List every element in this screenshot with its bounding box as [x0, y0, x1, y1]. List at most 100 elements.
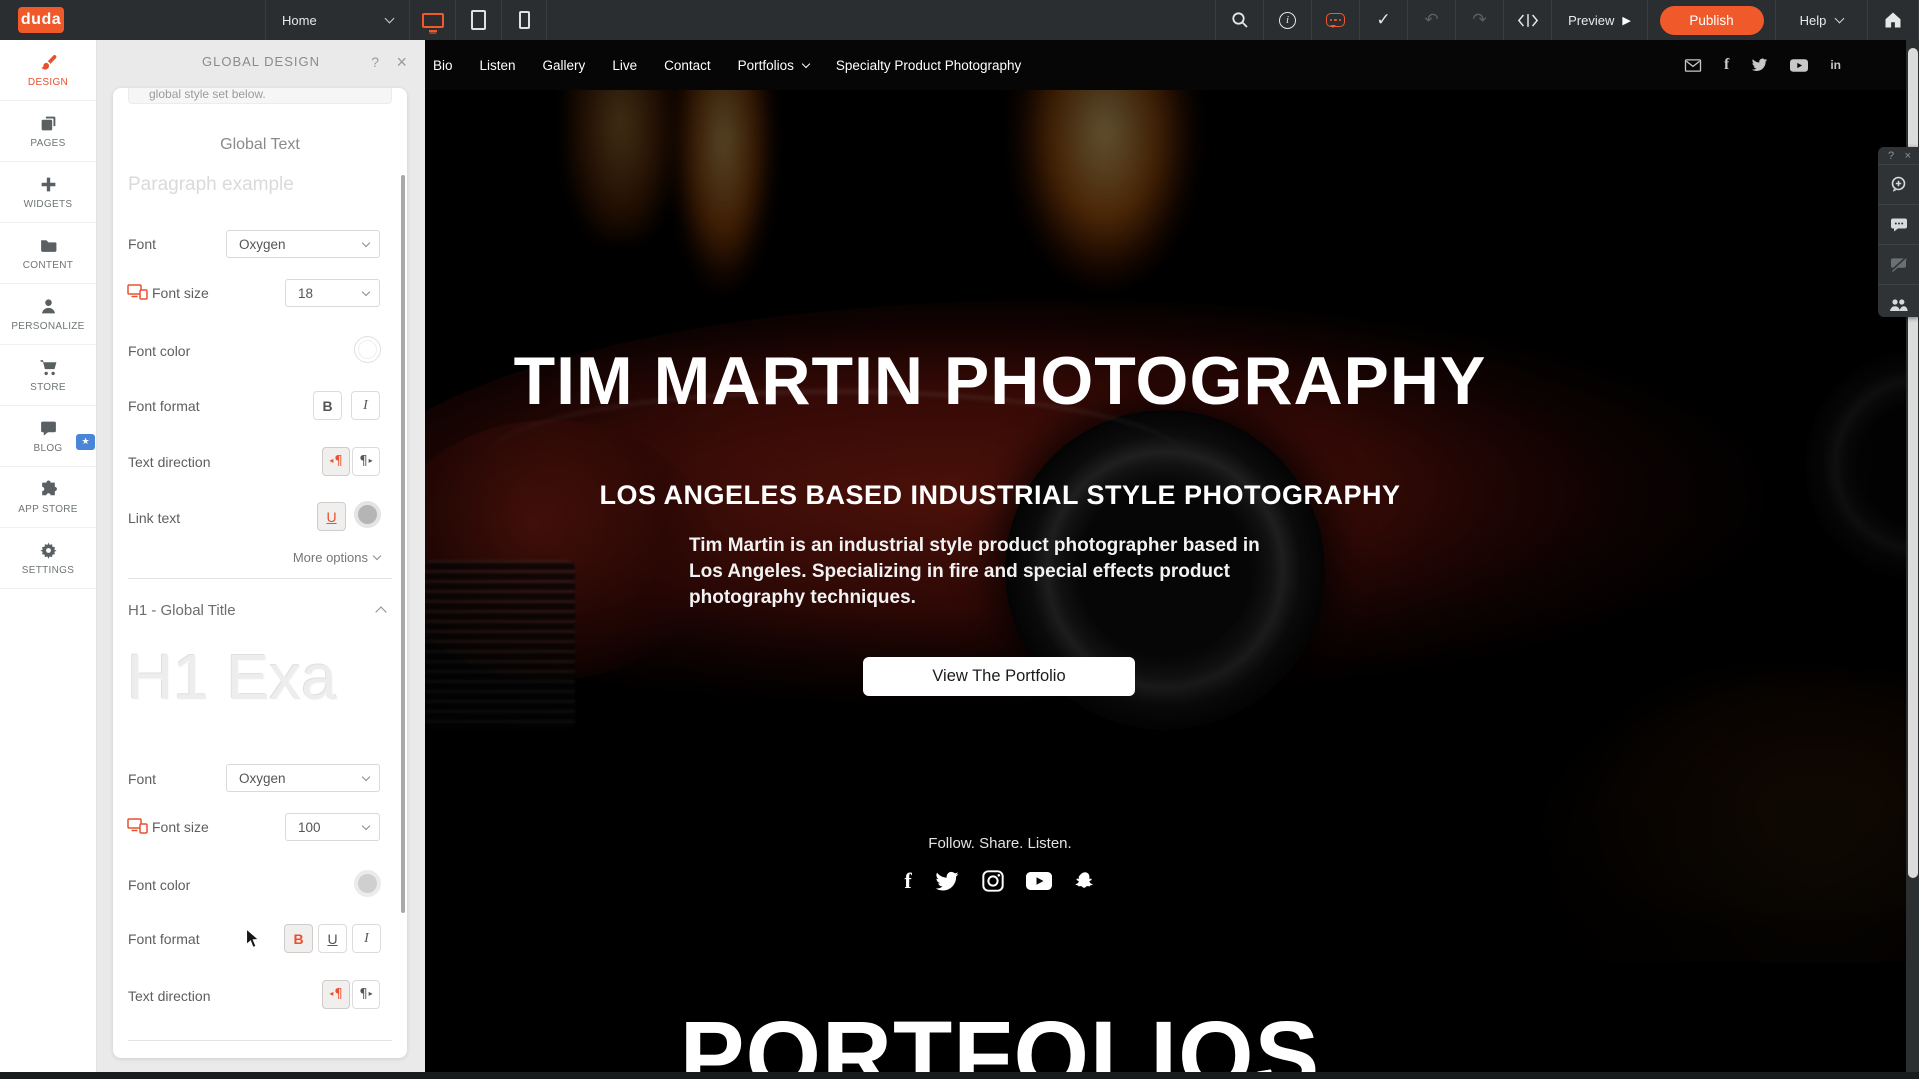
instagram-icon[interactable]	[982, 870, 1004, 892]
dev-mode-button[interactable]	[1503, 0, 1551, 40]
duda-editor: duda Home i	[0, 0, 1919, 1079]
h1-font-select[interactable]: Oxygen	[226, 764, 380, 792]
sidebar-item-settings[interactable]: SETTINGS	[0, 528, 96, 589]
hide-comments-button[interactable]	[1878, 245, 1919, 285]
paragraph-example-preview: Paragraph example	[128, 174, 294, 196]
comments-toolbar: ? ×	[1878, 147, 1919, 317]
sidebar-item-widgets[interactable]: WIDGETS	[0, 162, 96, 223]
panel-scrollbar[interactable]	[401, 175, 405, 913]
publish-button[interactable]: Publish	[1660, 6, 1764, 35]
cart-icon	[39, 358, 58, 377]
save-check-button[interactable]: ✓	[1359, 0, 1407, 40]
help-icon[interactable]: ?	[1888, 150, 1894, 162]
sidebar-item-label: PERSONALIZE	[11, 321, 84, 332]
h1-underline-button[interactable]: U	[318, 924, 347, 953]
page-selector-label: Home	[282, 13, 317, 28]
add-comment-button[interactable]	[1878, 165, 1919, 205]
chevron-down-icon	[362, 287, 370, 295]
desktop-view-button[interactable]	[409, 0, 455, 40]
sidebar-item-store[interactable]: STORE	[0, 345, 96, 406]
close-icon[interactable]: ×	[396, 52, 407, 73]
rtl-direction-button[interactable]: ¶	[352, 447, 380, 476]
h1-bold-button[interactable]: B	[284, 924, 313, 953]
h1-ltr-direction-button[interactable]: ¶	[322, 980, 350, 1009]
link-underline-button[interactable]: U	[317, 502, 346, 531]
undo-button[interactable]: ↶	[1407, 0, 1455, 40]
tablet-view-button[interactable]	[455, 0, 501, 40]
email-icon[interactable]	[1684, 58, 1702, 73]
sidebar-item-personalize[interactable]: PERSONALIZE	[0, 284, 96, 345]
publish-cell: Publish	[1647, 0, 1775, 40]
link-color-swatch[interactable]	[354, 501, 381, 528]
font-select[interactable]: Oxygen	[226, 230, 380, 258]
style-notice: global style set below.	[128, 88, 392, 104]
linkedin-icon[interactable]: in	[1830, 58, 1841, 72]
feedback-button[interactable]	[1311, 0, 1359, 40]
nav-item-live[interactable]: Live	[612, 58, 637, 73]
redo-button[interactable]: ↷	[1455, 0, 1503, 40]
nav-item-portfolios[interactable]: Portfolios	[738, 58, 794, 73]
bold-button[interactable]: B	[313, 391, 342, 420]
hero-social-icons: f	[425, 868, 1575, 894]
font-color-swatch[interactable]	[354, 336, 381, 363]
redo-icon: ↷	[1472, 12, 1486, 29]
nav-item-contact[interactable]: Contact	[664, 58, 711, 73]
sidebar-item-app-store[interactable]: APP STORE	[0, 467, 96, 528]
preview-button[interactable]: Preview ▶	[1551, 0, 1647, 40]
ltr-direction-button[interactable]: ¶	[322, 447, 350, 476]
nav-item-gallery[interactable]: Gallery	[543, 58, 586, 73]
facebook-icon[interactable]: f	[904, 868, 911, 894]
collaborators-button[interactable]	[1878, 285, 1919, 325]
home-icon	[1884, 11, 1902, 29]
info-button[interactable]: i	[1263, 0, 1311, 40]
collapse-chevron-icon[interactable]	[375, 606, 386, 617]
twitter-icon[interactable]	[1751, 58, 1768, 72]
font-format-label: Font format	[128, 398, 200, 414]
page-selector[interactable]: Home	[265, 0, 409, 40]
h1-font-color-label: Font color	[128, 877, 190, 893]
site-preview-canvas: Bio Listen Gallery Live Contact Portfoli…	[425, 40, 1906, 1072]
folder-icon	[39, 236, 58, 255]
h1-font-select-value: Oxygen	[239, 771, 286, 786]
duda-logo[interactable]: duda	[18, 7, 64, 33]
panel-help-button[interactable]: ?	[371, 54, 379, 70]
nav-item-listen[interactable]: Listen	[480, 58, 516, 73]
close-icon[interactable]: ×	[1905, 150, 1911, 162]
responsive-devices-icon	[127, 818, 148, 834]
add-comment-icon	[1890, 176, 1907, 193]
more-options-link[interactable]: More options	[293, 550, 380, 565]
font-size-select[interactable]: 18	[285, 279, 380, 307]
dashboard-home-button[interactable]	[1867, 0, 1919, 40]
sidebar-item-label: STORE	[30, 382, 66, 393]
responsive-devices-icon	[127, 284, 148, 300]
puzzle-icon	[39, 480, 58, 499]
style-notice-text: global style set below.	[149, 88, 266, 101]
nav-item-bio[interactable]: Bio	[433, 58, 453, 73]
sidebar-item-pages[interactable]: PAGES	[0, 101, 96, 162]
h1-font-color-swatch[interactable]	[354, 870, 381, 897]
portfolios-heading[interactable]: PORTFOLIOS	[425, 1000, 1575, 1072]
h1-italic-button[interactable]: I	[352, 924, 381, 953]
help-label: Help	[1800, 13, 1827, 28]
facebook-icon[interactable]: f	[1724, 56, 1729, 74]
sidebar-item-content[interactable]: CONTENT	[0, 223, 96, 284]
italic-button[interactable]: I	[351, 391, 380, 420]
site-description[interactable]: Tim Martin is an industrial style produc…	[689, 533, 1264, 611]
h1-rtl-direction-button[interactable]: ¶	[352, 980, 380, 1009]
youtube-icon[interactable]	[1026, 872, 1052, 890]
mobile-view-button[interactable]	[501, 0, 547, 40]
view-portfolio-button[interactable]: View The Portfolio	[863, 657, 1135, 696]
site-subtitle[interactable]: LOS ANGELES BASED INDUSTRIAL STYLE PHOTO…	[425, 480, 1575, 511]
twitter-icon[interactable]	[934, 871, 960, 892]
sidebar-item-design[interactable]: DESIGN	[0, 40, 96, 101]
help-menu[interactable]: Help	[1775, 0, 1867, 40]
search-button[interactable]	[1215, 0, 1263, 40]
h1-font-size-select[interactable]: 100	[285, 813, 380, 841]
snapchat-icon[interactable]	[1074, 870, 1096, 892]
play-icon: ▶	[1622, 14, 1630, 27]
youtube-icon[interactable]	[1790, 59, 1808, 72]
nav-item-specialty[interactable]: Specialty Product Photography	[836, 58, 1021, 73]
section-divider	[128, 1040, 392, 1041]
comments-button[interactable]	[1878, 205, 1919, 245]
site-title[interactable]: TIM MARTIN PHOTOGRAPHY	[425, 342, 1575, 420]
